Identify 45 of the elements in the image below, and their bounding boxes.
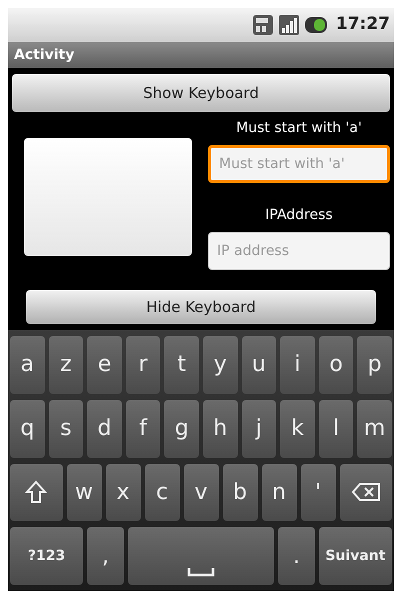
clock-time: 17:27 (336, 13, 390, 36)
signal-icon (278, 14, 300, 36)
key[interactable]: k (280, 400, 315, 458)
key[interactable]: c (144, 464, 180, 522)
key[interactable]: . (278, 527, 315, 585)
key[interactable]: b (222, 464, 258, 522)
key[interactable]: p (357, 336, 392, 394)
key[interactable]: h (202, 400, 238, 458)
backspace-key[interactable] (340, 464, 392, 522)
key[interactable]: s (48, 400, 84, 458)
activity-title: Activity (14, 46, 74, 64)
key[interactable]: ' (300, 464, 336, 522)
key[interactable]: i (280, 336, 315, 394)
key[interactable]: f (126, 400, 160, 458)
shift-icon (25, 480, 48, 504)
text-input-field[interactable]: IP address (208, 232, 390, 270)
key[interactable]: u (242, 336, 276, 394)
key[interactable]: m (357, 400, 392, 458)
key[interactable]: o (318, 336, 354, 394)
text-input-field[interactable]: Must start with 'a' (208, 145, 390, 183)
hide-keyboard-button[interactable]: Hide Keyboard (26, 290, 376, 324)
backspace-icon (350, 482, 381, 502)
key[interactable]: l (318, 400, 354, 458)
key[interactable]: e (87, 336, 122, 394)
key[interactable]: g (164, 400, 199, 458)
key[interactable]: , (87, 527, 124, 585)
show-keyboard-button[interactable]: Show Keyboard (12, 74, 390, 112)
key[interactable]: n (262, 464, 296, 522)
key[interactable]: a (10, 336, 45, 394)
key[interactable]: z (48, 336, 84, 394)
shift-key[interactable] (10, 464, 62, 522)
key[interactable]: q (10, 400, 45, 458)
key[interactable]: v (184, 464, 218, 522)
space-bar-icon (187, 567, 215, 577)
key[interactable]: y (202, 336, 238, 394)
field-label: IPAddress (264, 206, 334, 225)
next-key[interactable]: Suivant (318, 527, 392, 585)
key[interactable]: r (126, 336, 160, 394)
field-label: Must start with 'a' (235, 119, 363, 138)
key[interactable]: w (66, 464, 102, 522)
key[interactable]: d (87, 400, 122, 458)
key[interactable]: t (164, 336, 199, 394)
symbols-key[interactable]: ?123 (10, 527, 84, 585)
key[interactable]: j (242, 400, 276, 458)
key[interactable]: x (106, 464, 140, 522)
